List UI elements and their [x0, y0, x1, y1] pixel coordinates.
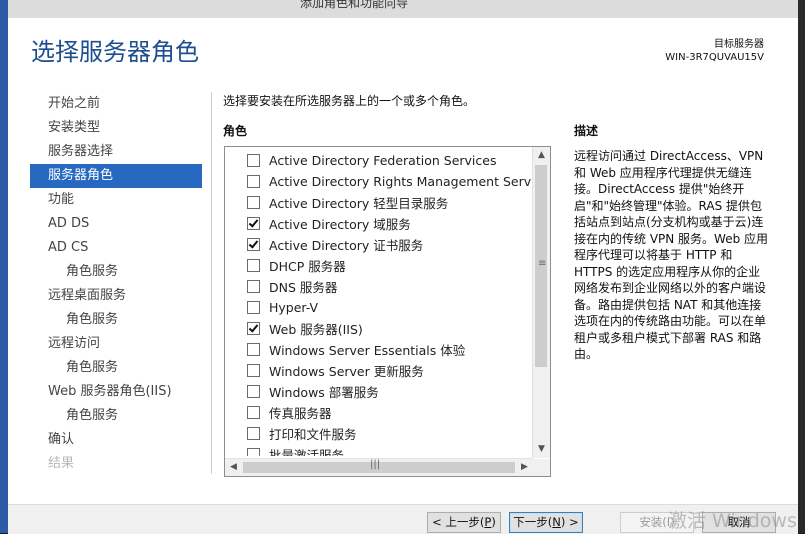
nav-item: 结果 — [48, 456, 75, 471]
destination-server-label: 目标服务器 — [714, 39, 764, 50]
nav-item[interactable]: 安装类型 — [30, 116, 202, 140]
grip-icon: ≡ — [538, 258, 547, 269]
destination-server-name: WIN-3R7QUVAU15V — [665, 52, 764, 63]
role-label: 打印和文件服务 — [269, 427, 357, 442]
checkbox-icon[interactable] — [247, 406, 260, 419]
destination-server: 目标服务器 WIN-3R7QUVAU15V — [665, 38, 764, 64]
role-label: 批量激活服务 — [269, 448, 345, 456]
role-label: Active Directory Rights Management Servi… — [269, 174, 533, 189]
checkbox-icon[interactable] — [247, 280, 260, 293]
checkbox-checked-icon[interactable] — [247, 238, 260, 251]
nav-item[interactable]: 确认 — [30, 428, 202, 452]
checkbox-icon[interactable] — [247, 385, 260, 398]
activation-watermark: 激活 Windows — [668, 510, 797, 532]
role-row[interactable]: Active Directory 轻型目录服务 — [225, 192, 533, 213]
role-label: Hyper-V — [269, 300, 319, 315]
scroll-up-icon[interactable]: ▲ — [533, 147, 550, 164]
nav-item[interactable]: 功能 — [30, 188, 202, 212]
role-row[interactable]: Active Directory 证书服务 — [225, 234, 533, 255]
nav-item[interactable]: AD CS — [30, 236, 202, 260]
role-row[interactable]: Active Directory Rights Management Servi… — [225, 171, 533, 192]
role-label: Active Directory 证书服务 — [269, 238, 424, 253]
nav-item[interactable]: 角色服务 — [30, 404, 202, 428]
roles-listbox[interactable]: Active Directory Federation Services Acti… — [224, 146, 551, 477]
checkbox-icon[interactable] — [247, 301, 260, 314]
next-button[interactable]: 下一步(N) > — [509, 512, 583, 533]
role-label: Web 服务器(IIS) — [269, 322, 363, 337]
next-button-suffix: ) > — [560, 515, 579, 529]
checkbox-icon[interactable] — [247, 427, 260, 440]
nav-item[interactable]: 远程桌面服务 — [30, 284, 202, 308]
role-label: 传真服务器 — [269, 406, 332, 421]
nav-item[interactable]: 服务器选择 — [30, 140, 202, 164]
previous-button[interactable]: < 上一步(P) — [427, 512, 501, 533]
role-row[interactable]: Windows Server 更新服务 — [225, 360, 533, 381]
scroll-right-icon[interactable]: ▶ — [516, 459, 533, 476]
role-label: DHCP 服务器 — [269, 259, 346, 274]
checkbox-icon[interactable] — [247, 259, 260, 272]
nav-item[interactable]: 远程访问 — [30, 332, 202, 356]
vertical-scrollbar[interactable]: ▲ ≡ ▼ — [532, 147, 550, 458]
background-edge-right — [798, 0, 805, 533]
role-label: Active Directory Federation Services — [269, 153, 497, 168]
wizard-nav: 开始之前 安装类型 服务器选择 服务器角色 功能 AD DS AD CS 角色服务 远程桌面服务… — [30, 92, 202, 476]
roles-heading: 角色 — [223, 124, 248, 138]
checkbox-icon[interactable] — [247, 196, 260, 209]
grip-icon: ||| — [370, 459, 381, 470]
role-row[interactable]: Windows 部署服务 — [225, 381, 533, 402]
role-row[interactable]: Active Directory 域服务 — [225, 213, 533, 234]
checkbox-icon[interactable] — [247, 448, 260, 456]
checkbox-icon[interactable] — [247, 154, 260, 167]
role-label: DNS 服务器 — [269, 280, 338, 295]
window-titlebar: 添加角色和功能向导 — [0, 0, 805, 18]
nav-item[interactable]: 角色服务 — [30, 260, 202, 284]
scroll-left-icon[interactable]: ◀ — [225, 459, 242, 476]
nav-divider — [211, 92, 212, 474]
scroll-corner — [533, 459, 550, 476]
role-label: Active Directory 域服务 — [269, 217, 411, 232]
role-label: Windows 部署服务 — [269, 385, 379, 400]
role-label: Windows Server 更新服务 — [269, 364, 424, 379]
role-row[interactable]: DHCP 服务器 — [225, 255, 533, 276]
role-row[interactable]: DNS 服务器 — [225, 276, 533, 297]
next-button-label: 下一步( — [513, 515, 553, 529]
vertical-scroll-thumb[interactable]: ≡ — [535, 165, 547, 367]
description-heading: 描述 — [574, 124, 599, 138]
role-row[interactable]: Web 服务器(IIS) — [225, 318, 533, 339]
wizard-dialog: 选择服务器角色 目标服务器 WIN-3R7QUVAU15V 开始之前 安装类型 服务… — [8, 18, 798, 534]
checkbox-icon[interactable] — [247, 175, 260, 188]
background-edge-left — [0, 0, 8, 533]
scroll-down-icon[interactable]: ▼ — [533, 441, 550, 458]
role-row[interactable]: 打印和文件服务 — [225, 423, 533, 444]
role-row[interactable]: Windows Server Essentials 体验 — [225, 339, 533, 360]
checkbox-icon[interactable] — [247, 364, 260, 377]
checkbox-checked-icon[interactable] — [247, 322, 260, 335]
previous-button-label: < 上一步( — [432, 515, 485, 529]
role-row[interactable]: Active Directory Federation Services — [225, 150, 533, 171]
role-row[interactable]: 批量激活服务 — [225, 444, 533, 456]
nav-item[interactable]: 开始之前 — [30, 92, 202, 116]
nav-item[interactable]: AD DS — [30, 212, 202, 236]
window-title: 添加角色和功能向导 — [300, 0, 409, 10]
role-label: Active Directory 轻型目录服务 — [269, 196, 449, 211]
role-row[interactable]: 传真服务器 — [225, 402, 533, 423]
role-label: Windows Server Essentials 体验 — [269, 343, 466, 358]
horizontal-scrollbar[interactable]: ◀ ||| ▶ — [225, 458, 533, 476]
roles-list: Active Directory Federation Services Acti… — [225, 150, 533, 456]
nav-item[interactable]: Web 服务器角色(IIS) — [30, 380, 202, 404]
next-button-key: N — [552, 515, 561, 529]
nav-item[interactable]: 角色服务 — [30, 356, 202, 380]
checkbox-checked-icon[interactable] — [247, 217, 260, 230]
description-text: 远程访问通过 DirectAccess、VPN 和 Web 应用程序代理提供无缝… — [574, 149, 769, 361]
nav-item[interactable]: 服务器角色 — [30, 164, 202, 188]
instruction-text: 选择要安装在所选服务器上的一个或多个角色。 — [223, 94, 476, 108]
nav-item[interactable]: 角色服务 — [30, 308, 202, 332]
checkbox-icon[interactable] — [247, 343, 260, 356]
previous-button-suffix: ) — [491, 515, 496, 529]
page-title: 选择服务器角色 — [31, 38, 199, 66]
role-row[interactable]: Hyper-V — [225, 297, 533, 318]
